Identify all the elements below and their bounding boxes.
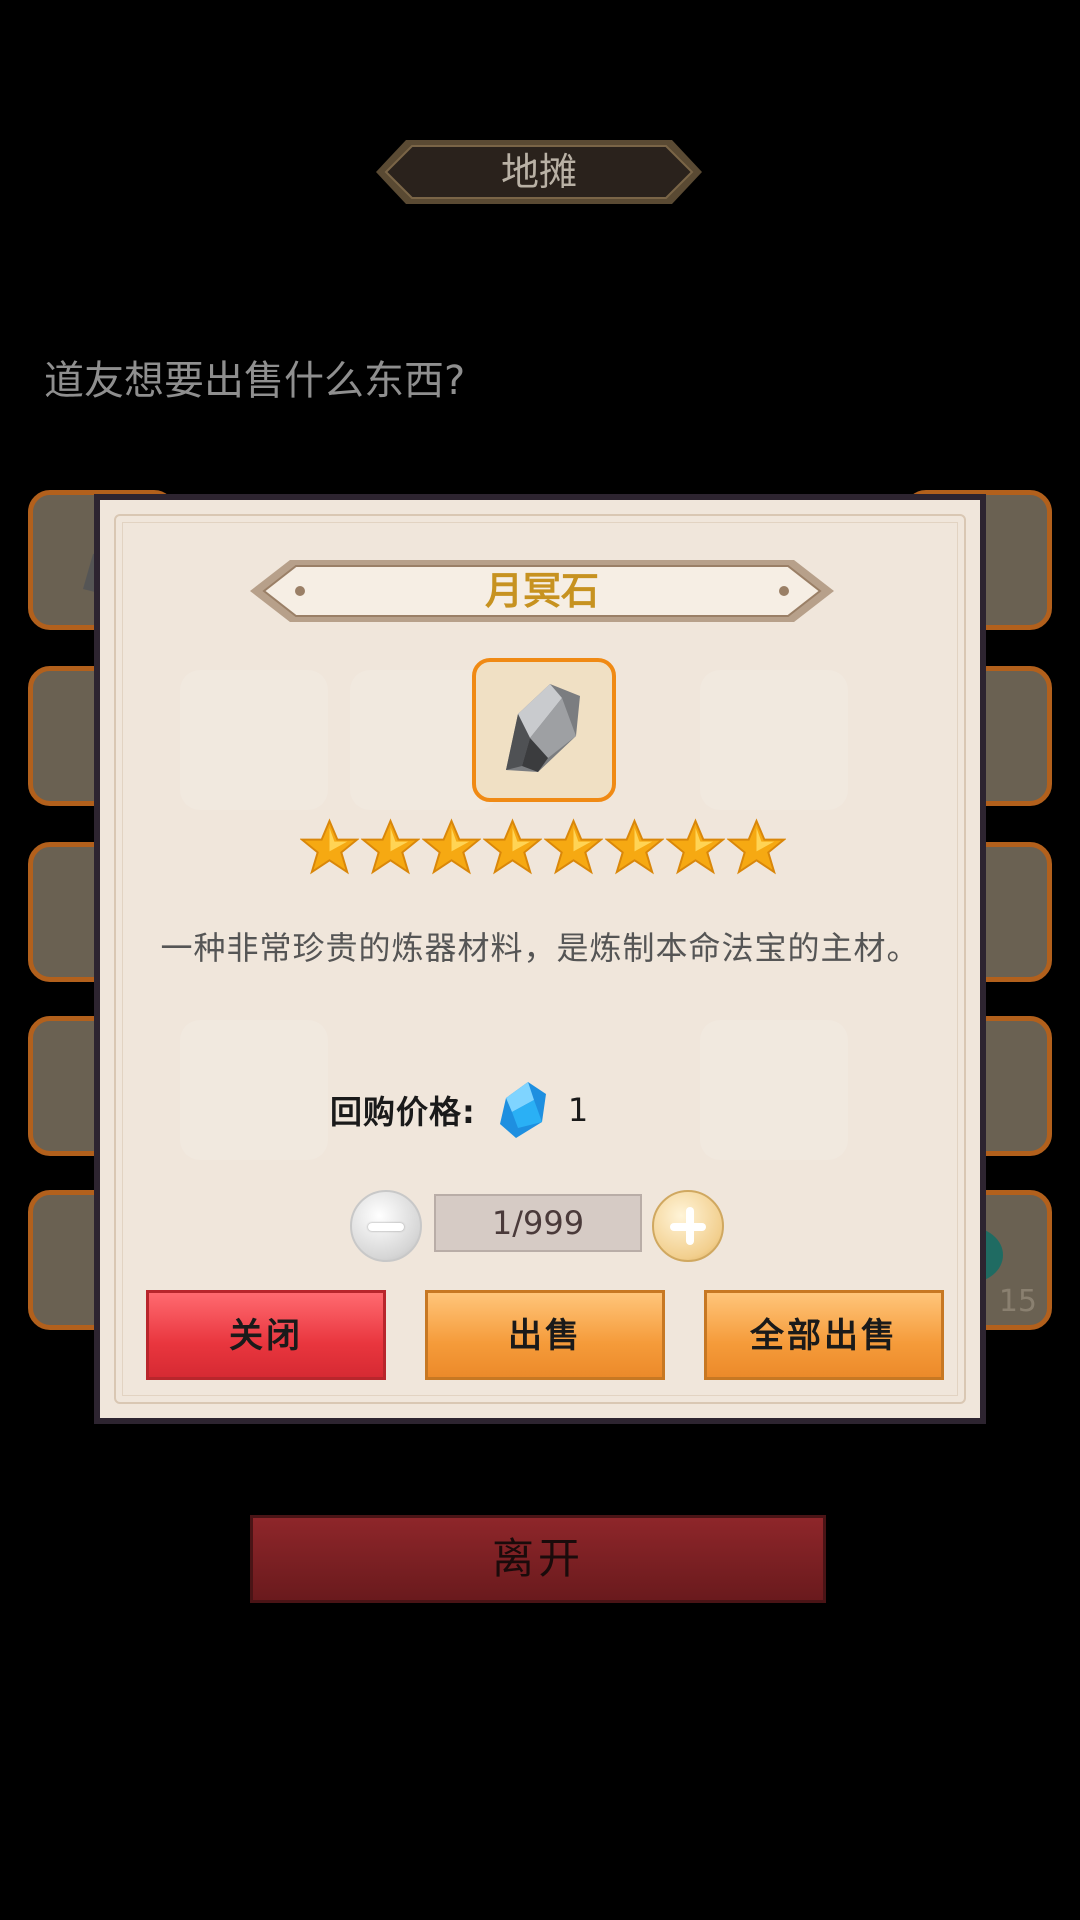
increase-quantity-button[interactable]	[652, 1190, 724, 1262]
quantity-field[interactable]: 1/999	[434, 1194, 642, 1252]
page-title: 地摊	[500, 150, 577, 194]
star-icon	[361, 818, 420, 875]
moonstone-rock-icon	[506, 684, 580, 772]
star-icon	[727, 818, 786, 875]
leave-button[interactable]: 离开	[250, 1515, 826, 1603]
star-icon	[422, 818, 481, 875]
item-name-plate: 月冥石	[250, 554, 834, 628]
item-name: 月冥石	[484, 569, 599, 613]
close-button[interactable]: 关闭	[146, 1290, 386, 1380]
price-label: 回购价格:	[330, 1093, 476, 1131]
title-banner: 地摊	[376, 134, 702, 210]
star-icon	[666, 818, 725, 875]
star-icon	[544, 818, 603, 875]
buyback-price: 回购价格: 1	[330, 1075, 588, 1145]
item-icon-frame	[472, 658, 616, 802]
sell-button[interactable]: 出售	[425, 1290, 665, 1380]
star-icon	[300, 818, 359, 875]
star-icon	[483, 818, 542, 875]
item-dialog: 月冥石 一种非常珍贵的炼器材料，是炼制本命法宝的主材。 回购价格: 1 1/99…	[94, 494, 986, 1424]
sell-all-button[interactable]: 全部出售	[704, 1290, 944, 1380]
star-icon	[605, 818, 664, 875]
item-count: 15	[998, 1284, 1037, 1319]
blue-crystal-icon	[499, 1082, 546, 1138]
star-rating	[300, 818, 788, 878]
decrease-quantity-button[interactable]	[350, 1190, 422, 1262]
item-description: 一种非常珍贵的炼器材料，是炼制本命法宝的主材。	[160, 929, 920, 967]
sell-prompt: 道友想要出售什么东西?	[44, 358, 466, 404]
price-value: 1	[567, 1091, 589, 1129]
